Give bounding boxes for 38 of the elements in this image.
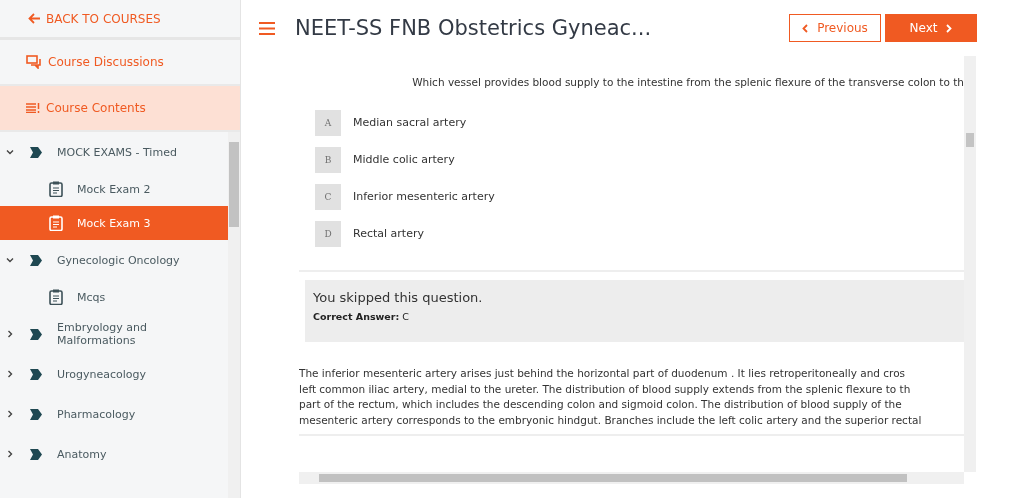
arrow-left-icon [28,13,40,24]
section-title[interactable]: Pharmacology [57,407,136,421]
chat-icon [26,55,42,69]
section-title[interactable]: Anatomy [57,447,107,461]
option-label[interactable]: Median sacral artery [353,116,467,129]
scrollbar[interactable] [228,132,240,498]
option-label[interactable]: Middle colic artery [353,153,455,166]
section-title[interactable]: Urogyneacology [57,367,147,381]
scrollbar[interactable] [964,56,976,472]
section-title[interactable]: Embryology and Malformations [57,321,187,347]
chevron-right-icon [945,23,953,33]
tag-icon [30,448,42,460]
option-letter[interactable]: D [315,220,341,247]
result-message: You skipped this question. [313,290,484,305]
clipboard-icon [49,289,63,305]
lesson-item[interactable]: Mock Exam 2 [0,172,228,206]
section-title[interactable]: MOCK EXAMS - Timed [57,145,177,159]
correct-answer: Correct Answer: C [313,311,410,322]
tag-icon [30,368,42,380]
clipboard-icon [49,215,63,231]
tag-icon [30,328,42,340]
chevron-left-icon [802,23,810,33]
horizontal-scrollbar[interactable] [299,472,964,484]
clipboard-icon [49,181,63,197]
question-text: Which vessel provides blood supply to the intestine from the splenic flexure of the transverse colon to th [411,75,964,90]
lesson-item[interactable]: Mcqs [0,280,228,314]
list-icon [26,103,40,113]
option-letter[interactable]: B [315,146,341,173]
course-title: NEET-SS FNB Obstetrics Gyneac... [295,16,653,40]
menu-icon[interactable] [259,21,275,35]
option-label[interactable]: Rectal artery [353,227,424,240]
option-letter[interactable]: C [315,183,341,210]
section-title[interactable]: Gynecologic Oncology [57,253,180,267]
tag-icon [30,146,42,158]
tag-icon [30,254,42,266]
tag-icon [30,408,42,420]
option-letter[interactable]: A [315,109,341,136]
option-label[interactable]: Inferior mesenteric artery [353,190,495,203]
